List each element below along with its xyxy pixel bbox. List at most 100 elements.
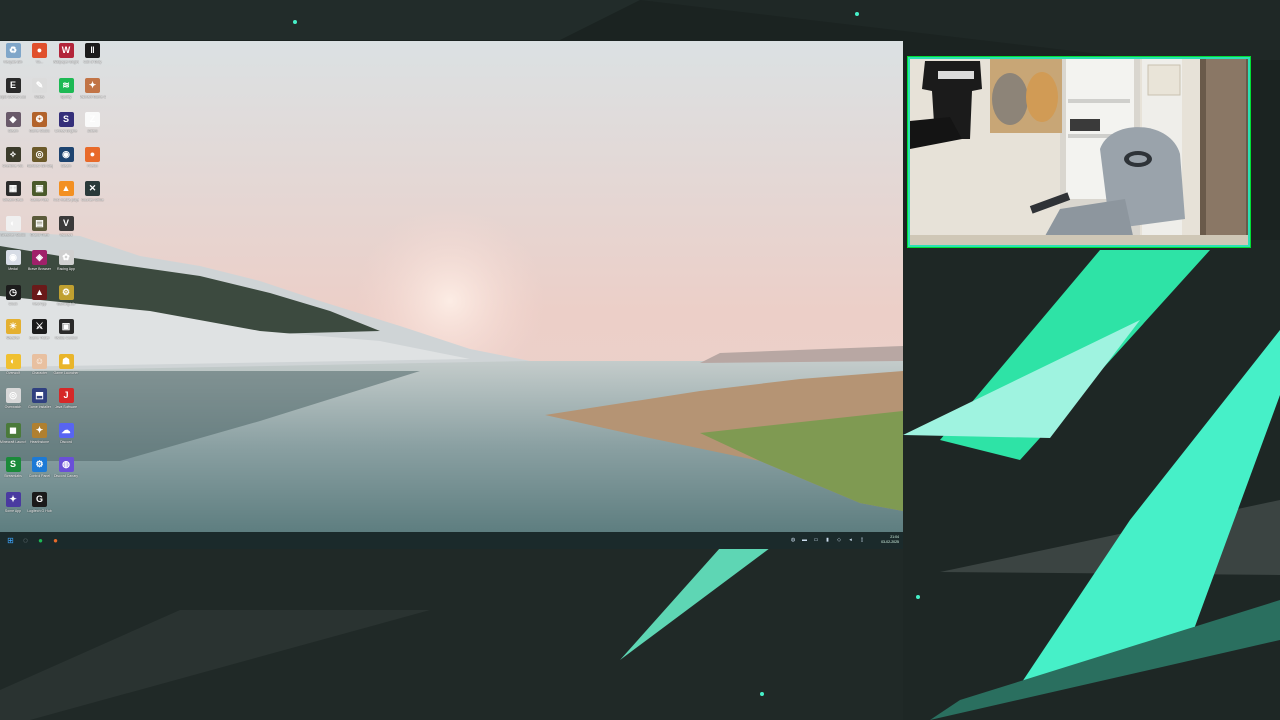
app-icon: ☗ — [58, 353, 74, 369]
desktop-icon-label: Overtime Vol. — [2, 163, 24, 168]
app-icon: ▲ — [32, 284, 47, 300]
desktop-icon[interactable]: ⟡ Overtime Vol. — [0, 146, 26, 181]
desktop-icon[interactable]: ☁ Discord — [53, 422, 79, 457]
desktop-icon[interactable]: ☺ Character — [27, 353, 53, 388]
app-icon: E — [5, 77, 21, 93]
desktop-icon[interactable]: ◈ Brave Browser — [27, 250, 53, 284]
desktop-icon-label: Gaming Lib — [57, 301, 75, 306]
tray-monitor-icon[interactable]: ▬ — [802, 537, 808, 543]
desktop-icon[interactable]: ✕ Counter-Strike — [80, 181, 106, 215]
search-icon[interactable]: ◌ — [20, 535, 31, 546]
app-icon: ⬒ — [32, 388, 47, 403]
desktop-icon[interactable]: V Valorant — [53, 215, 79, 250]
firefox-icon[interactable]: ● — [50, 535, 61, 546]
desktop-icon[interactable]: ◉ Medal — [0, 250, 26, 284]
desktop-icon[interactable]: ✿ Racing App — [53, 250, 79, 284]
app-icon: ⚙ — [58, 284, 74, 300]
desktop-icon[interactable]: ▣ Game Files — [27, 181, 53, 215]
tray-app-icon[interactable]: ▮ — [825, 537, 831, 543]
app-icon: ◷ — [5, 284, 21, 300]
desktop-icon[interactable]: ● Firefox — [80, 146, 106, 181]
desktop-icon[interactable]: ✦ Hearthstone — [27, 422, 53, 457]
app-icon: ● — [32, 43, 47, 58]
app-icon: ✦ — [32, 422, 47, 438]
desktop-icon[interactable]: S Streamlabs — [0, 457, 26, 491]
desktop-icon[interactable]: ▤ Grand Theft — [27, 215, 53, 250]
desktop-icon-label: Recycle Bin — [3, 60, 23, 64]
firefox-icon: ● — [85, 146, 100, 162]
desktop-icon-label: Steam — [7, 129, 19, 133]
desktop-icon[interactable]: ◎ Overwatch — [0, 388, 26, 422]
desktop-icon-label: Weather — [6, 336, 20, 340]
app-icon: ☺ — [32, 353, 47, 369]
desktop-icon[interactable]: ♻ Recycle Bin — [0, 43, 26, 77]
desktop-icon[interactable]: ◆ Steam — [0, 112, 26, 146]
app-icon: ✎ — [32, 77, 47, 93]
app-icon: ◼ — [5, 422, 21, 438]
desktop-icon[interactable]: S Unreal Engine — [53, 112, 79, 146]
desktop-icon-label: Game Installer — [28, 405, 51, 409]
desktop-icon[interactable]: ● Vo... — [27, 43, 53, 77]
desktop-icon-label: Grand Theft — [30, 232, 49, 237]
desktop-icon[interactable]: W Wallpaper Engine — [53, 43, 79, 77]
desktop-icon[interactable]: Z Zotero — [80, 112, 106, 146]
app-icon: ◐ — [5, 215, 21, 231]
desktop-icon-label: Some App — [4, 508, 22, 513]
desktop-icon-label: Spotify — [60, 94, 72, 99]
desktop-icon-label: Overwatch — [4, 405, 22, 409]
desktop-icon[interactable]: ◷ Clock — [0, 284, 26, 319]
desktop-icon[interactable]: ⚔ Game Trailer — [27, 319, 53, 353]
desktop-icon-label: Wallpaper Engine — [53, 60, 79, 64]
webcam-image — [910, 59, 1248, 245]
spotify-icon[interactable]: ● — [35, 535, 46, 546]
desktop-icon[interactable]: ▦ Stream Deck — [0, 181, 26, 215]
desktop-icon[interactable]: ⬒ Game Installer — [27, 388, 53, 422]
app-icon: ◈ — [32, 250, 47, 265]
desktop-icon[interactable]: ◼Minecraft Launcher — [0, 422, 26, 457]
desktop-icon[interactable]: ☀ Weather — [0, 319, 26, 353]
desktop-icon[interactable]: ▣ Nvidia Control — [53, 319, 79, 353]
volume-icon[interactable]: ◂ — [848, 537, 854, 543]
desktop-icon[interactable]: ⚙ Control Panel — [27, 457, 53, 491]
app-icon: ▦ — [5, 181, 21, 196]
desktop-icon-label: Steam — [60, 163, 72, 168]
desktop-icon[interactable]: ◎Rainbow Six Siege — [26, 146, 53, 181]
tray-app-icon[interactable]: ▭ — [813, 537, 819, 543]
desktop-icon[interactable]: ▲ Red App — [27, 284, 53, 319]
desktop-icon-label: Call of Duty — [83, 60, 102, 64]
start-icon[interactable]: ⊞ — [5, 535, 16, 546]
battery-icon[interactable]: ▯ — [859, 537, 865, 543]
desktop-icon[interactable]: J Java Software — [53, 388, 79, 422]
desktop-icon[interactable]: G Logitech G Hub — [27, 491, 53, 526]
desktop-icon-label: Hearthstone — [29, 439, 50, 444]
desktop-icon[interactable]: ◐ Streamer Studio — [0, 215, 26, 250]
desktop-icon[interactable]: ‖ Call of Duty — [80, 43, 106, 77]
desktop-icon[interactable]: EEpic Games Launcher — [0, 77, 26, 112]
desktop-icon[interactable]: ✦ Some App — [0, 491, 26, 526]
taskbar-clock[interactable]: 21:04 03-02-2025 — [877, 535, 899, 545]
app-icon: ✿ — [58, 250, 74, 265]
desktop-icon[interactable]: ✦Valorant Game Client — [79, 77, 106, 112]
desktop-icon[interactable]: ⚙ Gaming Lib — [53, 284, 79, 319]
app-icon: ▣ — [58, 319, 74, 334]
desktop-icon[interactable]: ❂ Game Studio — [27, 112, 53, 146]
desktop-icon-label: Game Trailer — [29, 336, 50, 340]
desktop-icon-label: Rainbow Six Siege — [26, 163, 53, 168]
desktop-icon-label: Red App — [32, 301, 47, 306]
desktop-icon[interactable]: ◍ Discord Canary — [53, 457, 79, 491]
desktop-icon-label: Discord Canary — [53, 474, 79, 478]
desktop-icon[interactable]: ◉ Steam — [53, 146, 79, 181]
desktop-icon-label: Valorant Game Client — [79, 94, 106, 99]
app-icon: S — [5, 457, 21, 472]
desktop-icon-label: Brave Browser — [28, 267, 51, 271]
desktop-icon[interactable]: ≋ Spotify — [53, 77, 79, 112]
app-icon: S — [58, 112, 74, 127]
desktop-icon-label: Overwolf — [6, 370, 20, 375]
desktop-icon[interactable]: ◐ Overwolf — [0, 353, 26, 388]
desktop-icon[interactable]: ✎ Notes — [27, 77, 53, 112]
desktop-icon[interactable]: ☗ Game Launcher — [53, 353, 79, 388]
app-icon: ◎ — [5, 388, 21, 403]
network-icon[interactable]: ◇ — [836, 537, 842, 543]
tray-app-icon[interactable]: ◍ — [790, 537, 796, 543]
desktop-icon[interactable]: ▲ VLC media player — [53, 181, 79, 215]
